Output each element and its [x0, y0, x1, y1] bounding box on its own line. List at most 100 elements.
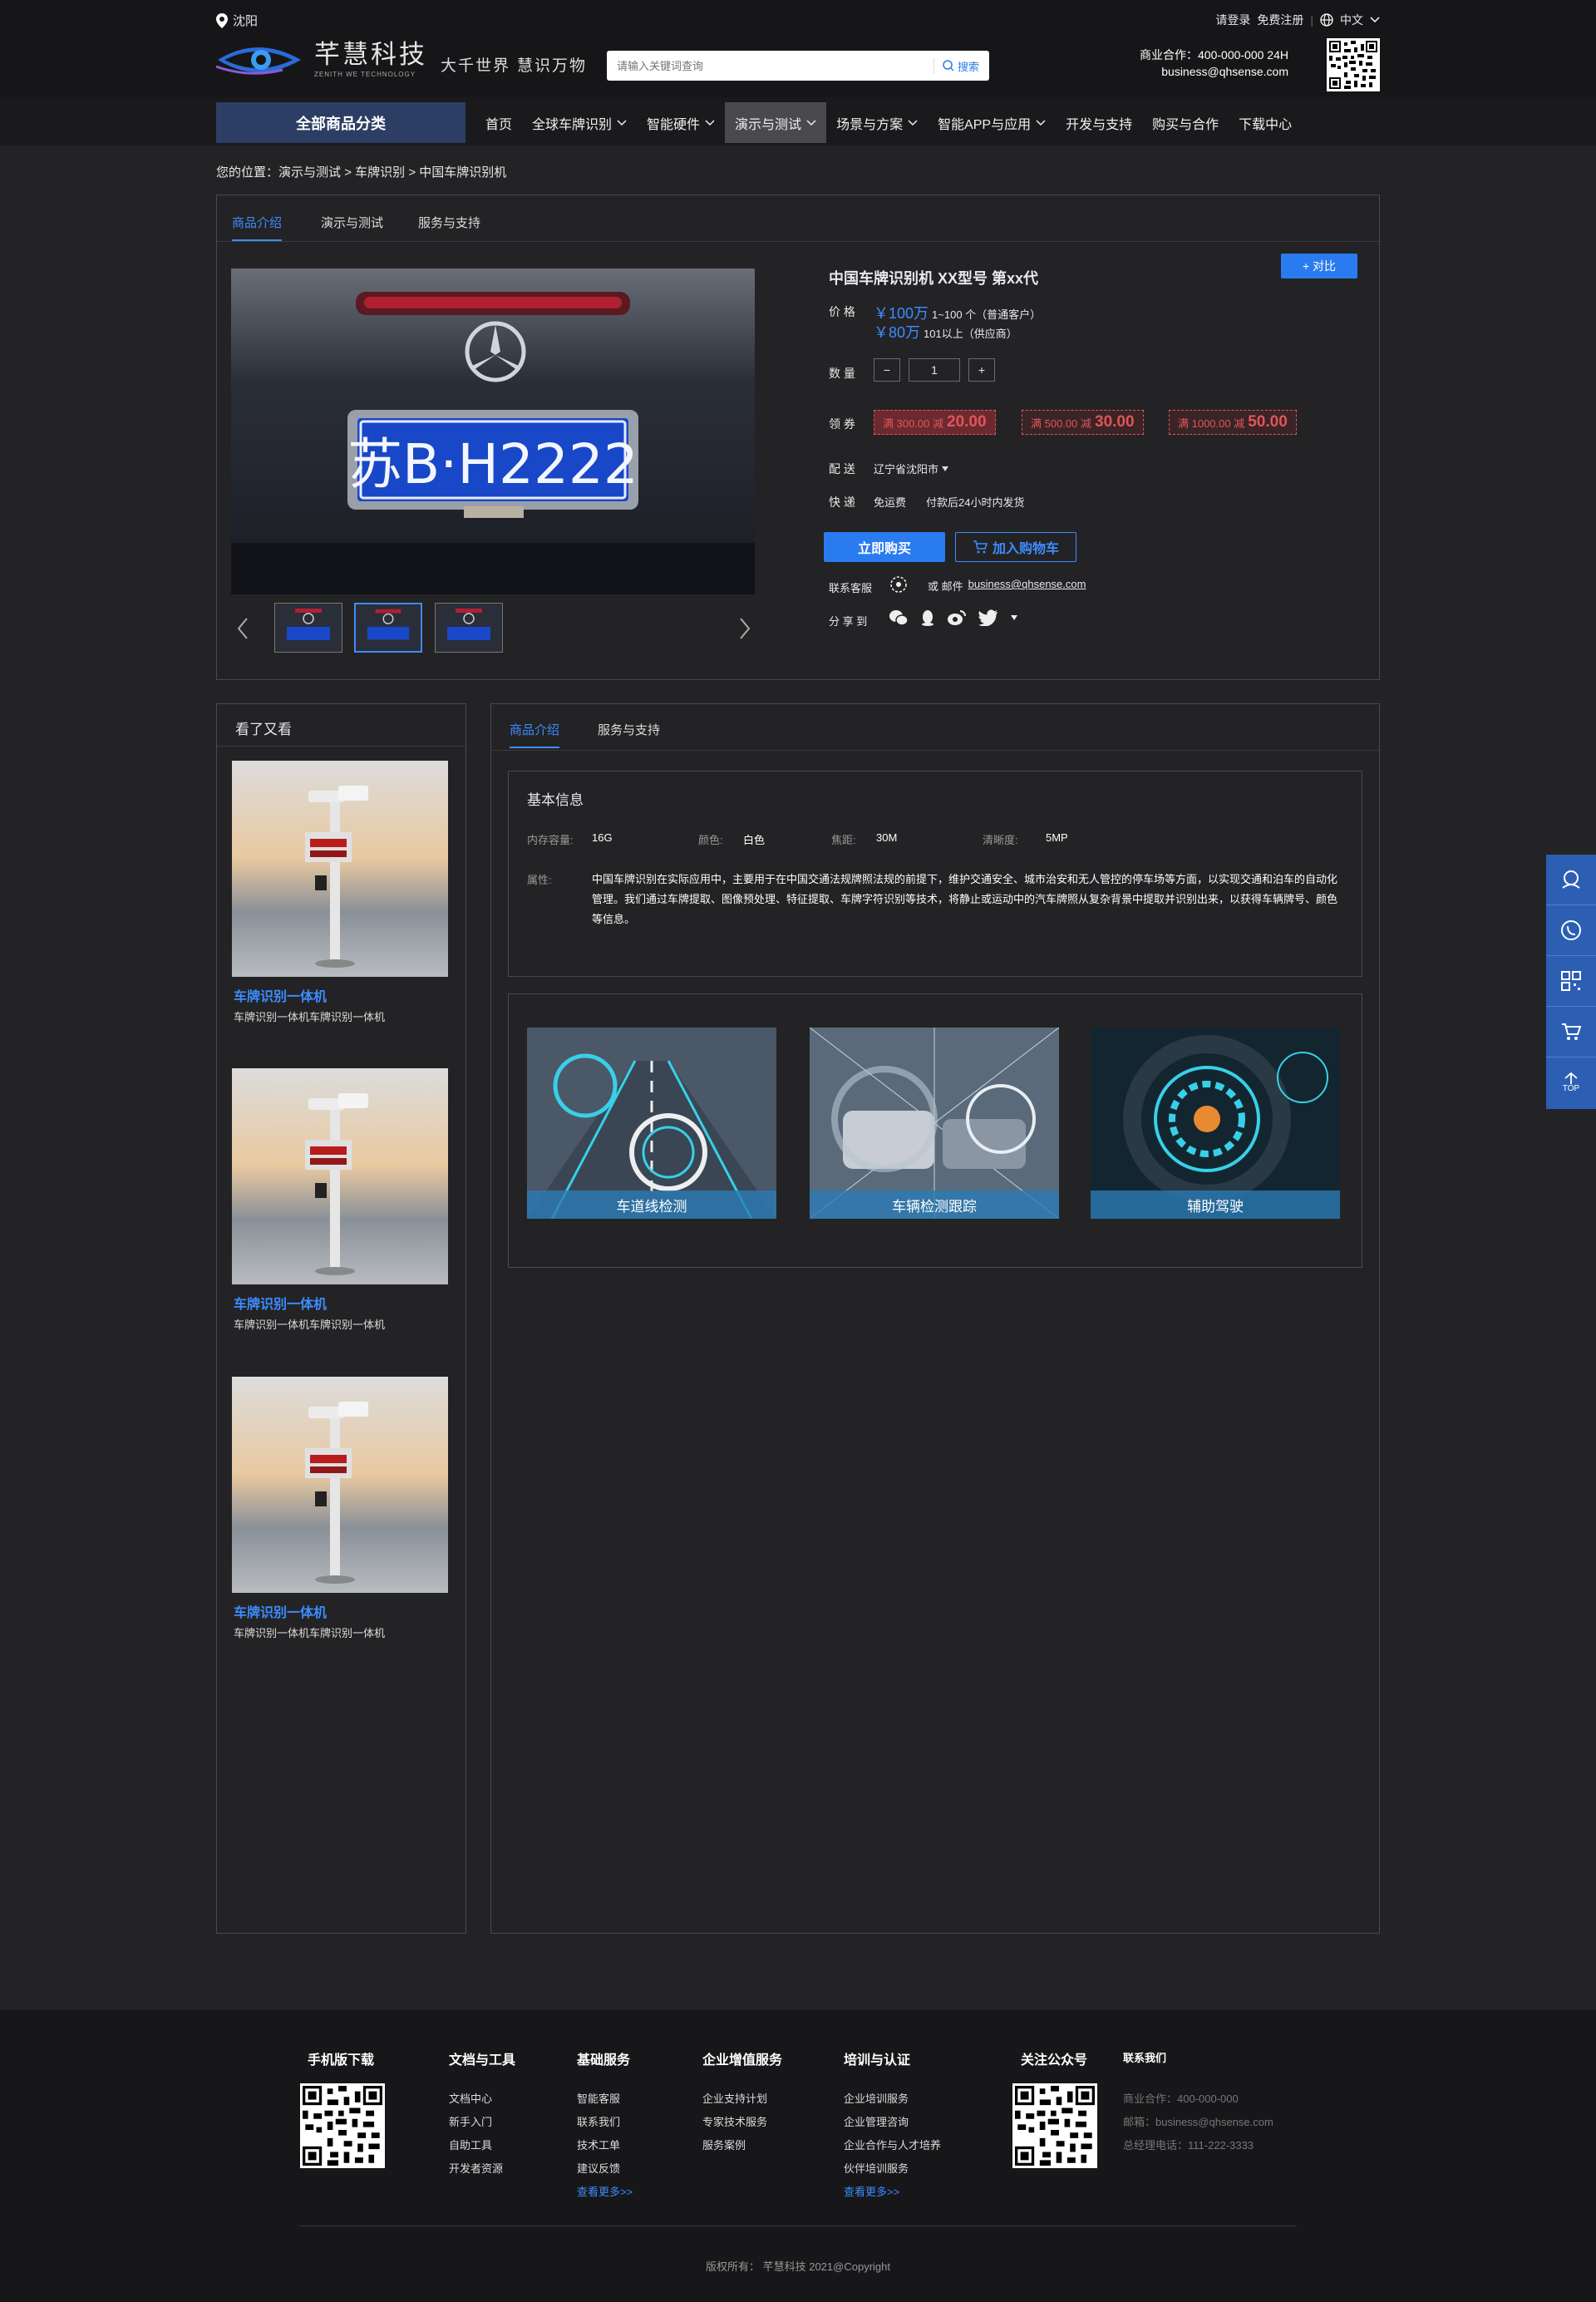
float-cart-button[interactable]	[1546, 1007, 1596, 1057]
twitter-icon[interactable]	[978, 609, 998, 626]
mail-link[interactable]: business@qhsense.com	[968, 578, 1086, 594]
caret-down-icon[interactable]	[1010, 614, 1018, 621]
tab-detail-intro[interactable]: 商品介绍	[510, 721, 560, 748]
tab-product-intro[interactable]: 商品介绍	[232, 214, 283, 241]
customer-service-icon[interactable]	[887, 574, 910, 596]
coupon-condition: 满 500.00 减	[1031, 417, 1091, 430]
footer-link[interactable]: 企业支持计划	[702, 2090, 767, 2106]
nav-item-downloads[interactable]: 下载中心	[1229, 102, 1302, 143]
scene-card-vehicle[interactable]: 车辆检测跟踪	[810, 1028, 1059, 1219]
language-selector[interactable]: 中文	[1340, 12, 1363, 28]
product-main-image: 苏B·H2222	[231, 269, 755, 594]
related-product-name[interactable]: 车牌识别一体机	[234, 985, 327, 1005]
express-label: 快 递	[829, 495, 855, 509]
footer-link[interactable]: 新手入门	[449, 2113, 492, 2129]
search-button[interactable]: 搜索	[933, 57, 989, 74]
login-link[interactable]: 请登录	[1215, 12, 1250, 28]
related-product-image[interactable]	[232, 1068, 448, 1284]
thumbnail-3[interactable]	[435, 603, 503, 653]
scene-card-lane[interactable]: 车道线检测	[527, 1028, 776, 1219]
footer-link[interactable]: 建议反馈	[577, 2160, 620, 2176]
coupon-2[interactable]: 满 500.00 减 30.00	[1022, 410, 1144, 435]
footer-link[interactable]: 开发者资源	[449, 2160, 503, 2176]
location-text: 沈阳	[233, 14, 259, 28]
thumbnail-2-selected[interactable]	[354, 603, 422, 653]
footer-link[interactable]: 企业合作与人才培养	[844, 2137, 941, 2152]
qty-plus-button[interactable]: +	[968, 358, 995, 382]
thumb-prev-arrow-icon[interactable]	[235, 616, 250, 641]
location-selector[interactable]: 沈阳	[216, 12, 258, 29]
thumbnail-1[interactable]	[274, 603, 342, 653]
add-to-cart-button[interactable]: 加入购物车	[955, 532, 1076, 562]
qty-minus-button[interactable]: −	[874, 358, 900, 382]
nav-item-home[interactable]: 首页	[475, 102, 522, 143]
related-product-image[interactable]	[232, 761, 448, 977]
search-icon	[943, 60, 954, 71]
footer-contact-line: 邮箱：business@qhsense.com	[1123, 2116, 1273, 2128]
footer-more-link[interactable]: 查看更多>>	[577, 2183, 633, 2199]
nav-item-purchase[interactable]: 购买与合作	[1142, 102, 1229, 143]
spec-key: 焦距:	[831, 834, 856, 846]
float-qrcode-button[interactable]	[1546, 956, 1596, 1007]
nav-item-dev-support[interactable]: 开发与支持	[1056, 102, 1142, 143]
nav-item-smart-hardware[interactable]: 智能硬件	[637, 102, 725, 143]
footer-link[interactable]: 技术工单	[577, 2137, 620, 2152]
scene-caption: 车道线检测	[527, 1190, 776, 1219]
footer-link[interactable]: 专家技术服务	[702, 2113, 767, 2129]
coupon-condition: 满 300.00 减	[883, 417, 943, 430]
scene-card-driving[interactable]: 辅助驾驶	[1091, 1028, 1340, 1219]
delivery-region-select[interactable]: 辽宁省沈阳市	[874, 461, 949, 476]
related-product-image[interactable]	[232, 1377, 448, 1593]
nav-item-plate-recognition[interactable]: 全球车牌识别	[522, 102, 637, 143]
register-link[interactable]: 免费注册	[1257, 12, 1303, 28]
compare-button[interactable]: + 对比	[1281, 254, 1357, 279]
nav-label: 购买与合作	[1152, 117, 1219, 132]
search-input[interactable]	[607, 51, 933, 81]
footer-more-link[interactable]: 查看更多>>	[844, 2183, 899, 2199]
nav-label: 下载中心	[1239, 117, 1293, 132]
mail-or-label: 或 邮件	[928, 580, 963, 593]
breadcrumb-link[interactable]: 演示与测试	[278, 165, 341, 180]
nav-item-demo-test[interactable]: 演示与测试	[725, 102, 827, 143]
brand-logo[interactable]: 芊慧科技 ZENITH WE TECHNOLOGY	[216, 42, 427, 78]
thumbnail-image	[287, 609, 330, 640]
nav-item-apps[interactable]: 智能APP与应用	[928, 102, 1056, 143]
wechat-icon[interactable]	[889, 609, 909, 626]
footer-link[interactable]: 服务案例	[702, 2137, 746, 2152]
float-service-button[interactable]	[1546, 855, 1596, 905]
footer-link[interactable]: 企业管理咨询	[844, 2113, 909, 2129]
qq-icon[interactable]	[920, 609, 935, 626]
footer-link[interactable]: 自助工具	[449, 2137, 492, 2152]
buy-now-button[interactable]: 立即购买	[824, 532, 945, 562]
tab-demo-test[interactable]: 演示与测试	[321, 214, 383, 231]
tab-service-support[interactable]: 服务与支持	[418, 214, 480, 231]
breadcrumb-link[interactable]: 车牌识别	[355, 165, 405, 180]
business-contact: 商业合作：400-000-000 24H business@qhsense.co…	[1140, 47, 1288, 80]
thumb-next-arrow-icon[interactable]	[737, 616, 752, 641]
related-product-name[interactable]: 车牌识别一体机	[234, 1293, 327, 1313]
price-note: 101以上（供应商）	[924, 328, 1017, 340]
footer-link[interactable]: 联系我们	[577, 2113, 620, 2129]
related-product-name[interactable]: 车牌识别一体机	[234, 1601, 327, 1621]
all-categories-button[interactable]: 全部商品分类	[216, 102, 466, 143]
footer-link[interactable]: 智能客服	[577, 2090, 620, 2106]
globe-icon	[1320, 13, 1333, 27]
footer-link[interactable]: 伙伴培训服务	[844, 2160, 909, 2176]
contact-email[interactable]: business@qhsense.com	[1140, 63, 1288, 80]
related-title: 看了又看	[235, 722, 292, 737]
nav-item-scenarios[interactable]: 场景与方案	[826, 102, 928, 143]
footer-link[interactable]: 企业培训服务	[844, 2090, 909, 2106]
floating-toolbar: TOP	[1546, 855, 1596, 1109]
float-phone-button[interactable]	[1546, 905, 1596, 956]
tab-detail-support[interactable]: 服务与支持	[598, 721, 660, 738]
weibo-icon[interactable]	[947, 609, 967, 626]
coupon-1[interactable]: 满 300.00 减 20.00	[874, 410, 996, 435]
license-plate-text: 苏B·H2222	[347, 432, 638, 496]
coupon-3[interactable]: 满 1000.00 减 50.00	[1169, 410, 1297, 435]
back-to-top-button[interactable]: TOP	[1546, 1057, 1596, 1108]
footer-link[interactable]: 文档中心	[449, 2090, 492, 2106]
search-button-label: 搜索	[957, 60, 979, 73]
qr-code	[1327, 38, 1380, 91]
quantity-stepper[interactable]: 1	[909, 358, 960, 382]
product-title: 中国车牌识别机 XX型号 第xx代	[829, 270, 1039, 287]
